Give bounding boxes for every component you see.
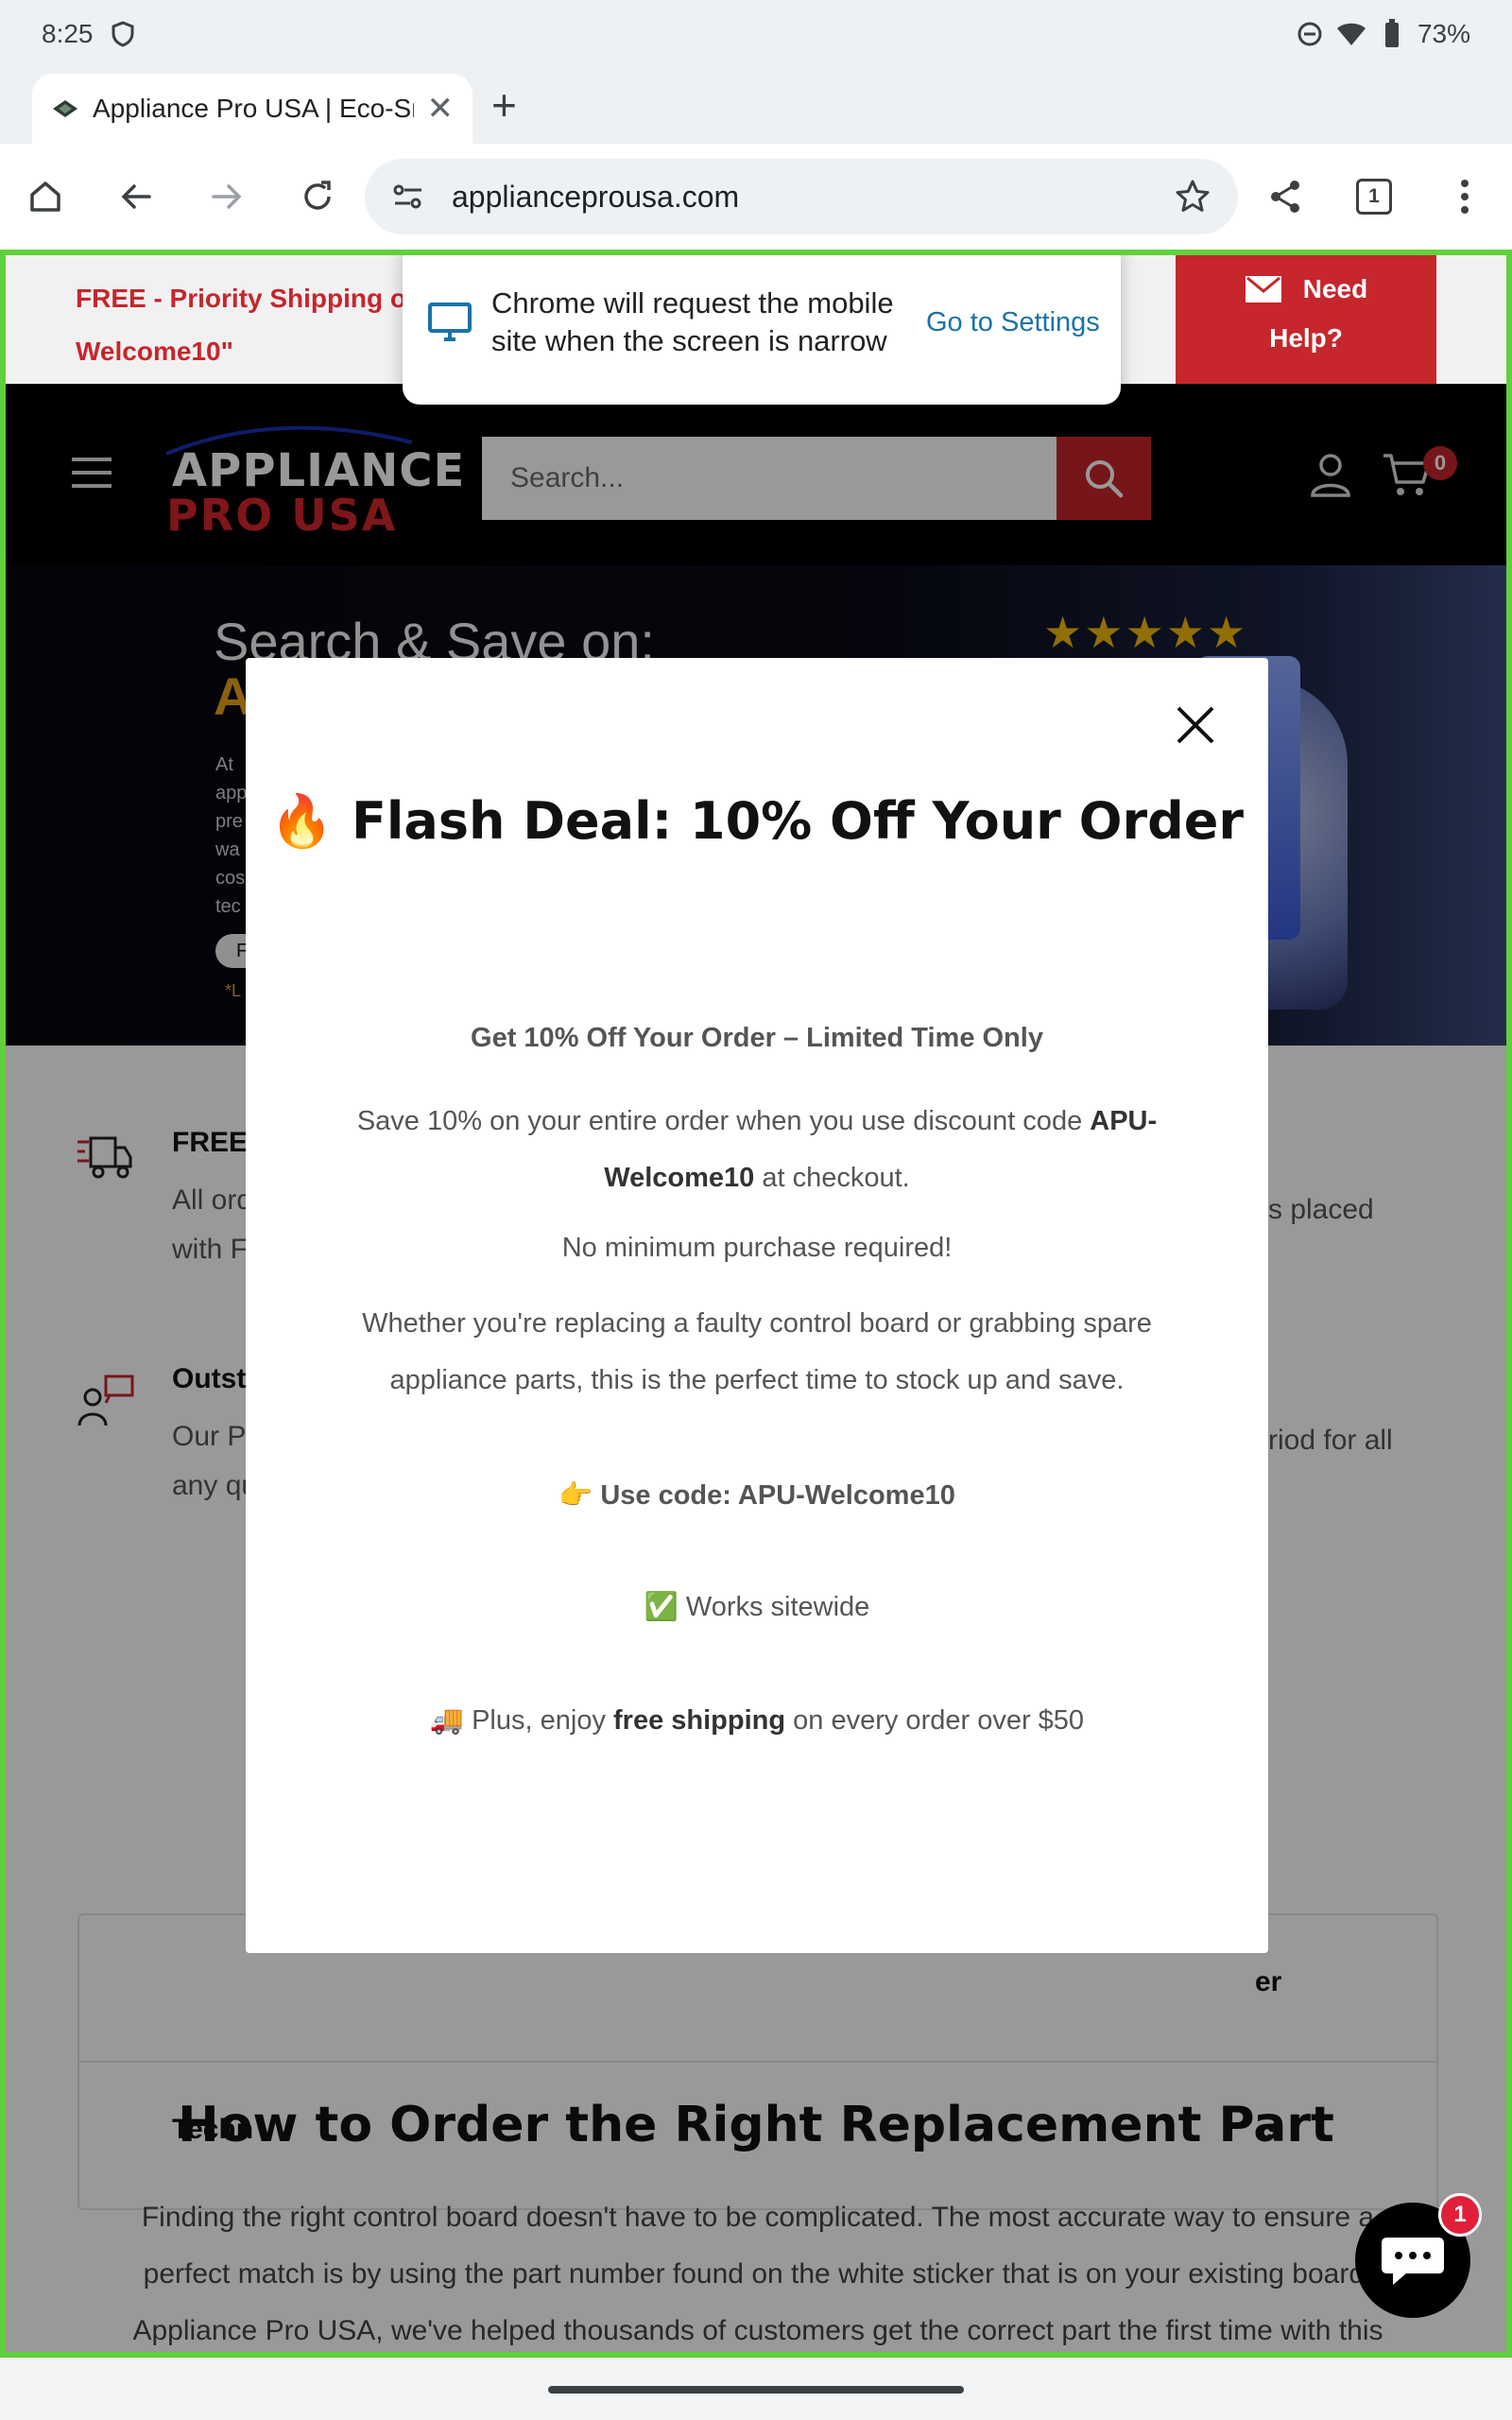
chat-bubble-icon bbox=[1382, 2238, 1444, 2285]
menu-more-icon[interactable] bbox=[1433, 164, 1497, 229]
web-viewport: FREE - Priority Shipping o Welcome10" Ne… bbox=[0, 250, 1512, 2358]
bookmark-star-icon[interactable] bbox=[1174, 178, 1211, 216]
go-to-settings-link[interactable]: Go to Settings bbox=[926, 307, 1100, 338]
site-favicon bbox=[53, 100, 77, 117]
monitor-icon bbox=[428, 302, 472, 341]
need-help-button[interactable]: Need Help? bbox=[1176, 255, 1436, 384]
reload-icon[interactable] bbox=[285, 164, 350, 229]
modal-title: 🔥 Flash Deal: 10% Off Your Order bbox=[246, 781, 1268, 862]
forward-icon[interactable] bbox=[195, 164, 259, 229]
tab-switcher-button[interactable]: 1 bbox=[1342, 164, 1406, 229]
modal-subtitle: Get 10% Off Your Order – Limited Time On… bbox=[471, 1023, 1043, 1053]
fire-icon: 🔥 bbox=[269, 791, 335, 851]
truck-icon: 🚚 bbox=[429, 1705, 465, 1736]
check-icon: ✅ bbox=[644, 1592, 679, 1622]
new-tab-icon[interactable]: + bbox=[491, 79, 517, 130]
close-icon[interactable] bbox=[1176, 705, 1215, 745]
share-icon[interactable] bbox=[1253, 164, 1317, 229]
tab-count: 1 bbox=[1356, 179, 1392, 215]
promo-text: FREE - Priority Shipping o Welcome10" bbox=[76, 272, 406, 378]
chrome-desktop-site-tip: Chrome will request the mobile site when… bbox=[403, 255, 1121, 405]
need-help-label-1: Need bbox=[1302, 274, 1368, 303]
modal-sitewide: ✅ Works sitewide bbox=[644, 1592, 870, 1622]
address-bar[interactable]: applianceprousa.com bbox=[365, 159, 1238, 234]
need-help-label-2: Help? bbox=[1269, 323, 1343, 353]
chat-notification-badge: 1 bbox=[1438, 2193, 1482, 2237]
close-tab-icon[interactable]: ✕ bbox=[427, 90, 455, 128]
modal-min-purchase: No minimum purchase required! bbox=[561, 1233, 953, 1263]
back-icon[interactable] bbox=[104, 164, 168, 229]
modal-body-text: Whether you're replacing a faulty contro… bbox=[362, 1308, 1152, 1395]
wifi-icon bbox=[1336, 23, 1366, 45]
battery-percent: 73% bbox=[1417, 19, 1470, 48]
home-gesture-handle[interactable] bbox=[548, 2386, 964, 2394]
site-settings-icon[interactable] bbox=[391, 182, 425, 211]
shield-icon bbox=[112, 21, 133, 47]
url-text[interactable]: applianceprousa.com bbox=[452, 180, 1174, 215]
browser-toolbar: applianceprousa.com 1 bbox=[0, 144, 1512, 250]
clock: 8:25 bbox=[42, 19, 94, 48]
tab-strip: Appliance Pro USA | Eco-Sn ✕ + bbox=[0, 68, 1512, 144]
modal-use-code: 👉 Use code: APU-Welcome10 bbox=[558, 1480, 955, 1511]
battery-icon bbox=[1384, 19, 1399, 47]
tab-title: Appliance Pro USA | Eco-Sn bbox=[93, 94, 414, 123]
dnd-icon bbox=[1297, 22, 1322, 46]
home-icon[interactable] bbox=[13, 164, 77, 229]
status-bar: 8:25 73% bbox=[0, 0, 1512, 68]
tip-message: Chrome will request the mobile site when… bbox=[491, 286, 894, 357]
modal-free-shipping: 🚚 Plus, enjoy free shipping on every ord… bbox=[429, 1705, 1085, 1736]
promo-line-2: Welcome10" bbox=[76, 337, 233, 366]
system-nav-bar bbox=[0, 2358, 1512, 2420]
mail-icon bbox=[1245, 276, 1281, 302]
browser-tab[interactable]: Appliance Pro USA | Eco-Sn ✕ bbox=[32, 74, 472, 144]
promo-line-1: FREE - Priority Shipping o bbox=[76, 284, 406, 313]
promo-modal: 🔥 Flash Deal: 10% Off Your Order Get 10%… bbox=[246, 658, 1268, 1953]
modal-title-text: Flash Deal: 10% Off Your Order bbox=[351, 791, 1245, 851]
pointing-hand-icon: 👉 bbox=[558, 1480, 593, 1511]
modal-discount-text: Save 10% on your entire order when you u… bbox=[356, 1106, 1158, 1193]
